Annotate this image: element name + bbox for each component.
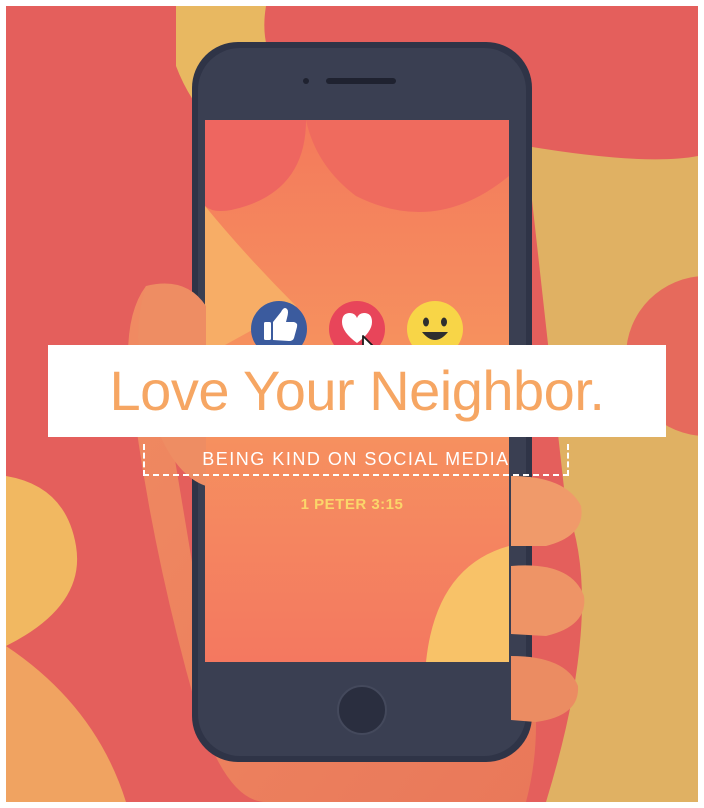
scripture-reference: 1 PETER 3:15 — [300, 496, 404, 513]
poster-title: Love Your Neighbor. — [109, 359, 605, 422]
poster-canvas: Love Your Neighbor. BEING KIND ON SOCIAL… — [6, 6, 698, 802]
phone-camera — [303, 78, 309, 84]
poster-subtitle: BEING KIND ON SOCIAL MEDIA — [202, 448, 510, 469]
phone-speaker — [326, 78, 396, 84]
phone-home-button[interactable] — [337, 685, 387, 735]
title-band: Love Your Neighbor. — [48, 345, 666, 437]
subtitle-frame: BEING KIND ON SOCIAL MEDIA — [143, 444, 569, 476]
